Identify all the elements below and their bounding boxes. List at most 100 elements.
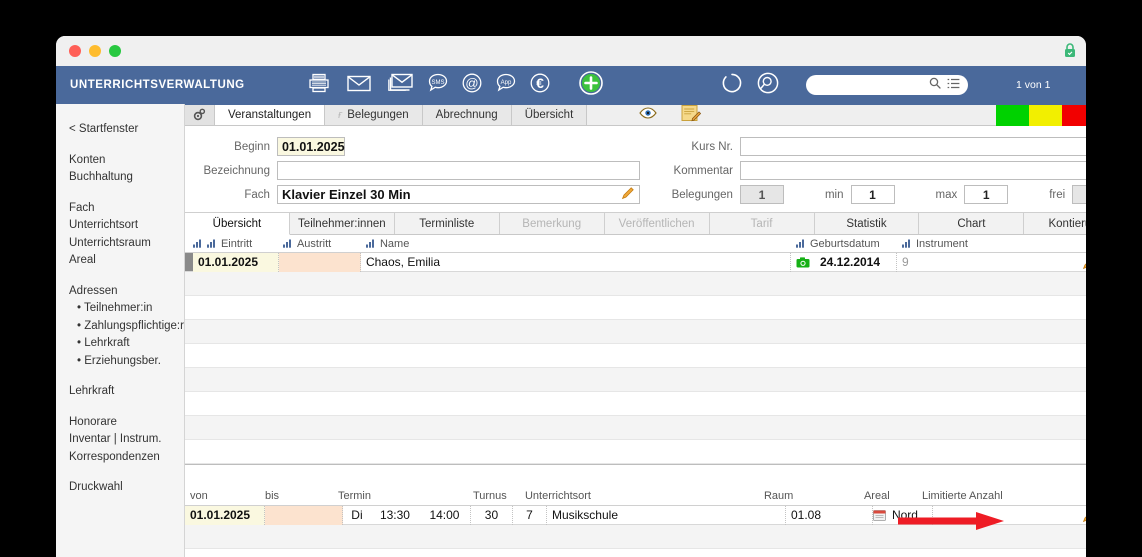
cell-austritt[interactable] bbox=[278, 252, 361, 272]
tab-chart[interactable]: Chart bbox=[919, 213, 1025, 234]
pencil-icon[interactable] bbox=[1082, 256, 1086, 273]
col-eintritt[interactable]: Eintritt bbox=[192, 238, 283, 250]
cell-turnus[interactable]: 7 bbox=[513, 505, 547, 525]
gear-icon[interactable] bbox=[184, 105, 215, 125]
col-austritt[interactable]: Austritt bbox=[282, 238, 366, 250]
col-areal[interactable]: Areal bbox=[864, 490, 922, 502]
cell-name[interactable]: Chaos, Emilia bbox=[361, 252, 791, 272]
status-square-yellow[interactable] bbox=[1029, 104, 1063, 126]
cell-unterrichtsort[interactable]: Musikschule bbox=[547, 505, 786, 525]
cell-eintritt[interactable]: 01.01.2025 bbox=[192, 252, 279, 272]
search-input[interactable] bbox=[806, 75, 968, 95]
cell-dauer[interactable]: 30 bbox=[471, 505, 513, 525]
eye-icon[interactable] bbox=[639, 106, 657, 124]
sidebar-item-unterrichtsraum[interactable]: Unterrichtsraum bbox=[69, 235, 184, 253]
cell-endzeit[interactable]: 14:00 bbox=[419, 505, 471, 525]
sidebar-item-label: Zahlungspflichtige:r bbox=[84, 319, 184, 332]
cell-instrument[interactable] bbox=[937, 253, 1086, 272]
list-menu-icon[interactable] bbox=[947, 76, 960, 94]
envelope-icon[interactable] bbox=[347, 74, 371, 97]
note-edit-icon[interactable] bbox=[681, 104, 702, 127]
sidebar-item-lehrkraft[interactable]: Lehrkraft bbox=[69, 383, 184, 401]
row-selection-grip[interactable] bbox=[184, 253, 193, 271]
tab-terminliste[interactable]: Terminliste bbox=[394, 213, 500, 234]
pencil-icon[interactable] bbox=[1082, 509, 1086, 526]
refresh-icon[interactable] bbox=[720, 71, 744, 100]
col-geburtsdatum[interactable]: Geburtsdatum bbox=[795, 238, 902, 250]
app-bubble-icon[interactable]: App bbox=[495, 72, 517, 99]
col-instrument[interactable]: Instrument bbox=[901, 238, 968, 250]
camera-icon[interactable] bbox=[791, 253, 815, 272]
status-square-red[interactable] bbox=[1062, 104, 1086, 126]
svg-text:€: € bbox=[536, 74, 544, 90]
tab-uebersicht-section[interactable]: Übersicht bbox=[184, 213, 290, 235]
tab-belegungen[interactable]: ғ Belegungen bbox=[325, 105, 423, 125]
min-input[interactable]: 1 bbox=[850, 185, 895, 204]
cell-von[interactable]: 01.01.2025 bbox=[184, 505, 265, 525]
search-circle-icon[interactable] bbox=[756, 71, 780, 100]
sidebar-item-areal[interactable]: Areal bbox=[69, 252, 184, 270]
close-button[interactable] bbox=[69, 45, 81, 57]
app-toolbar: UNTERRICHTSVERWALTUNG SMS @ App € 1 von … bbox=[56, 66, 1086, 104]
empty-row bbox=[184, 296, 1086, 320]
tab-statistik[interactable]: Statistik bbox=[814, 213, 920, 234]
col-raum[interactable]: Raum bbox=[764, 490, 864, 502]
col-unterrichtsort[interactable]: Unterrichtsort bbox=[525, 490, 764, 502]
sidebar-item-lehrkraft-adresse[interactable]: • Lehrkraft bbox=[69, 335, 184, 353]
tab-veranstaltungen[interactable]: Veranstaltungen bbox=[214, 105, 326, 125]
kurs-input[interactable] bbox=[739, 137, 1086, 156]
sidebar-item-erziehungsber[interactable]: • Erziehungsber. bbox=[69, 353, 184, 371]
sms-bubble-icon[interactable]: SMS bbox=[427, 72, 449, 99]
sidebar-item-konten[interactable]: Konten bbox=[69, 152, 184, 170]
sidebar-item-teilnehmerin[interactable]: • Teilnehmer:in bbox=[69, 300, 184, 318]
bezeichnung-input[interactable] bbox=[276, 161, 640, 180]
sidebar-item-korrespondenzen[interactable]: Korrespondenzen bbox=[69, 449, 184, 467]
table-row[interactable]: 01.01.2025 Chaos, Emilia 24.12.2014 9 bbox=[184, 252, 1086, 273]
add-circle-icon[interactable] bbox=[578, 70, 604, 101]
sidebar-item-inventar-instrum[interactable]: Inventar | Instrum. bbox=[69, 431, 184, 449]
table-row[interactable]: 01.01.2025 Di 13:30 14:00 30 7 Musikschu… bbox=[184, 505, 1086, 530]
tab-abrechnung[interactable]: Abrechnung bbox=[422, 105, 512, 125]
col-bis[interactable]: bis bbox=[265, 490, 338, 502]
col-name[interactable]: Name bbox=[365, 238, 796, 250]
cell-geburtsdatum[interactable]: 24.12.2014 bbox=[815, 252, 897, 272]
col-turnus[interactable]: Turnus bbox=[473, 490, 525, 502]
beginn-input[interactable]: 01.01.2025 bbox=[276, 137, 345, 156]
sidebar-item-honorare[interactable]: Honorare bbox=[69, 414, 184, 432]
at-circle-icon[interactable]: @ bbox=[461, 72, 483, 99]
fach-input[interactable]: Klavier Einzel 30 Min bbox=[276, 185, 640, 204]
max-input[interactable]: 1 bbox=[964, 185, 1009, 204]
cell-wochentag[interactable]: Di bbox=[343, 506, 371, 525]
pencil-icon[interactable] bbox=[621, 186, 635, 203]
tab-label: Übersicht bbox=[524, 109, 574, 121]
minimize-button[interactable] bbox=[89, 45, 101, 57]
cell-raum[interactable]: 01.08 bbox=[786, 505, 873, 525]
sidebar-item-startfenster[interactable]: < Startfenster bbox=[69, 121, 184, 139]
sidebar-item-buchhaltung[interactable]: Buchhaltung bbox=[69, 169, 184, 187]
window-titlebar bbox=[56, 36, 1086, 66]
cell-bis[interactable] bbox=[264, 505, 343, 525]
tab-teilnehmerinnen[interactable]: Teilnehmer:innen bbox=[289, 213, 395, 234]
sidebar-item-zahlungspflichtiger[interactable]: • Zahlungspflichtige:r bbox=[69, 318, 184, 336]
red-arrow-annotation bbox=[897, 510, 1006, 535]
max-label: max bbox=[935, 188, 958, 201]
kommentar-input[interactable] bbox=[739, 161, 1086, 180]
sidebar-item-fach[interactable]: Fach bbox=[69, 200, 184, 218]
zoom-button[interactable] bbox=[109, 45, 121, 57]
sidebar-item-label: Lehrkraft bbox=[84, 337, 130, 349]
envelopes-stack-icon[interactable] bbox=[388, 73, 414, 97]
tab-kontierung[interactable]: Kontierung bbox=[1024, 213, 1086, 234]
status-square-green[interactable] bbox=[996, 104, 1030, 126]
col-von[interactable]: von bbox=[185, 490, 265, 502]
sidebar-item-adressen[interactable]: Adressen bbox=[69, 283, 184, 301]
col-termin[interactable]: Termin bbox=[338, 490, 473, 502]
printer-icon[interactable] bbox=[308, 73, 330, 98]
cell-startzeit[interactable]: 13:30 bbox=[371, 506, 419, 525]
euro-circle-icon[interactable]: € bbox=[529, 72, 551, 99]
sidebar-item-druckwahl[interactable]: Druckwahl bbox=[69, 479, 184, 497]
status-color-squares bbox=[996, 104, 1086, 126]
sidebar-item-unterrichtsort[interactable]: Unterrichtsort bbox=[69, 217, 184, 235]
col-limitierte-anzahl[interactable]: Limitierte Anzahl bbox=[922, 490, 1003, 502]
tab-tarif: Tarif bbox=[709, 213, 815, 234]
tab-uebersicht[interactable]: Übersicht bbox=[511, 105, 588, 125]
